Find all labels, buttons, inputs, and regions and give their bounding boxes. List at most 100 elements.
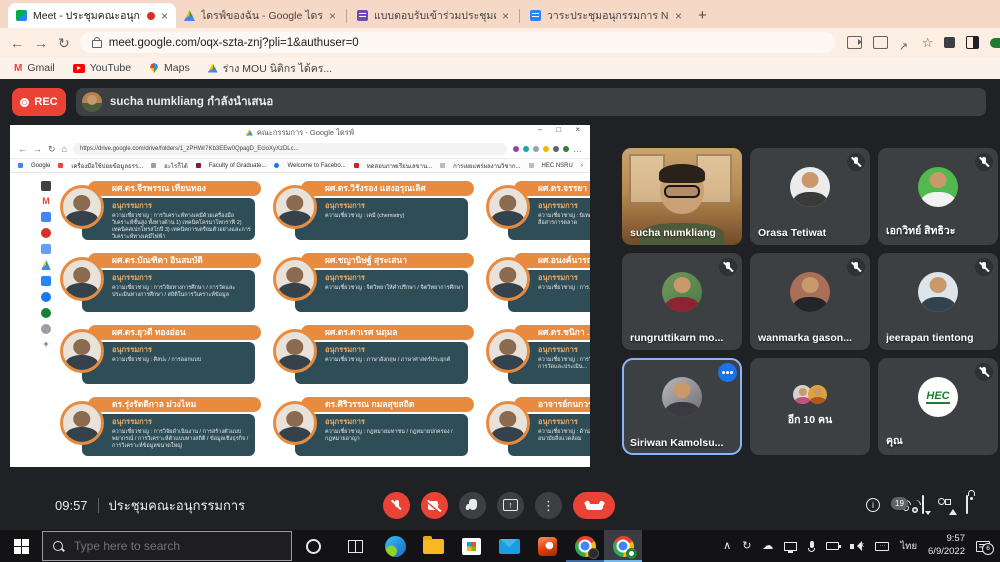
green-extension-icon[interactable] — [990, 38, 1000, 48]
back-icon[interactable]: ← — [10, 36, 24, 50]
participant-tile-wanmarka[interactable]: wanmarka gason... — [750, 253, 870, 350]
url-bar[interactable]: meet.google.com/oqx-szta-znj?pli=1&authu… — [80, 32, 835, 53]
taskbar-chrome[interactable] — [566, 530, 604, 562]
mini-avatars — [793, 385, 827, 404]
taskbar-mail[interactable] — [490, 530, 528, 562]
cortana-button[interactable] — [292, 530, 334, 562]
bookmark-youtube[interactable]: YouTube — [73, 62, 131, 74]
mic-muted-icon — [719, 258, 737, 276]
taskbar-clock[interactable]: 9:57 6/9/2022 — [928, 533, 965, 559]
mic-off-icon — [391, 499, 402, 511]
language-indicator[interactable]: ไทย — [900, 539, 917, 554]
browser-tab-strip: Meet - ประชุมคณะอนุกรรมการ × ไดรฟ์ของฉัน… — [0, 0, 1000, 28]
participant-name: เอกวิทย์ สิทธิวะ — [886, 222, 955, 239]
lock-icon — [966, 495, 968, 514]
bookmark-star-icon[interactable]: ☆ — [922, 36, 934, 49]
raise-hand-button[interactable] — [459, 492, 486, 519]
taskbar-edge[interactable] — [376, 530, 414, 562]
maps-icon — [149, 63, 159, 73]
favicon — [274, 163, 279, 168]
notification-count-badge: 6 — [982, 543, 994, 555]
camera-toggle-button[interactable] — [421, 492, 448, 519]
taskbar-explorer[interactable] — [414, 530, 452, 562]
avatar — [790, 167, 830, 207]
meeting-time: 09:57 — [55, 498, 88, 513]
taskbar-office[interactable] — [528, 530, 566, 562]
forward-icon[interactable]: → — [34, 36, 48, 50]
show-hidden-icons[interactable]: ∧ — [723, 541, 731, 552]
tab-close-icon[interactable]: × — [502, 10, 509, 22]
bookmark-mou[interactable]: ร่าง MOU นิติกร ได้คร... — [208, 60, 332, 77]
tab-close-icon[interactable]: × — [329, 10, 336, 22]
tab-close-icon[interactable]: × — [161, 10, 168, 22]
meet-control-bar: 09:57 ประชุมคณะอนุกรรมการ ⋮ i 19 — [0, 480, 1000, 530]
share-left-sidebar: M + — [34, 177, 58, 467]
video-person — [660, 168, 704, 214]
tab-docs[interactable]: วาระประชุมอนุกรรมการ NSRU-HEC_ × — [522, 3, 690, 28]
share-page-body: M + ผศ.ดร.จีรพรรณ เทียนทองอนุกรรมการความ… — [10, 173, 590, 467]
avatar — [808, 385, 827, 404]
share-window-title: คณะกรรมการ - Google ไดรฟ์ — [257, 127, 354, 139]
desktop-screen: Meet - ประชุมคณะอนุกรรมการ × ไดรฟ์ของฉัน… — [0, 0, 1000, 562]
participant-tile-ekavit[interactable]: เอกวิทย์ สิทธิวะ — [878, 148, 998, 245]
touch-keyboard-icon[interactable]: ··· — [875, 542, 889, 551]
task-view-button[interactable] — [334, 530, 376, 562]
participant-tile-rungruttikarn[interactable]: rungruttikarn mo... — [622, 253, 742, 350]
clock-time: 9:57 — [947, 533, 966, 544]
microphone-icon[interactable] — [808, 541, 815, 552]
new-tab-button[interactable]: + — [698, 7, 707, 24]
share-title-bar: คณะกรรมการ - Google ไดรฟ์ – □ × — [10, 125, 590, 140]
record-icon — [41, 228, 51, 238]
more-options-button[interactable]: ⋮ — [535, 492, 562, 519]
participant-grid: sucha numkliang Orasa Tetiwat เอกวิทย์ ส… — [622, 148, 998, 455]
share-icon[interactable] — [899, 37, 911, 49]
bookmarks-bar: MGmail YouTube Maps ร่าง MOU นิติกร ได้ค… — [0, 57, 1000, 79]
chat-button[interactable] — [922, 496, 924, 514]
participant-tile-sucha[interactable]: sucha numkliang — [622, 148, 742, 245]
member-photo — [486, 257, 530, 301]
participant-tile-jeerapan[interactable]: jeerapan tientong — [878, 253, 998, 350]
volume-muted-icon[interactable] — [850, 541, 864, 551]
chevron-right-icon: › — [581, 163, 583, 169]
committee-card: ผศ.ชญานิษฐ์ สุระเสนาอนุกรรมการความเชี่ยว… — [271, 252, 476, 314]
host-controls-button[interactable] — [966, 496, 968, 514]
onedrive-icon[interactable]: ☁ — [762, 541, 773, 552]
bookmark-maps[interactable]: Maps — [149, 62, 190, 74]
search-input[interactable] — [72, 538, 281, 554]
more-participants-tile[interactable]: อีก 10 คน — [750, 358, 870, 455]
taskbar-search[interactable] — [42, 531, 292, 561]
tab-forms[interactable]: แบบตอบรับเข้าร่วมประชุมคณะอนุกรร × — [349, 3, 517, 28]
leave-call-button[interactable] — [573, 492, 615, 519]
tab-close-icon[interactable]: × — [675, 10, 682, 22]
participant-tile-orasa[interactable]: Orasa Tetiwat — [750, 148, 870, 245]
camera-permission-icon[interactable] — [847, 36, 862, 49]
tab-drive[interactable]: ไดรฟ์ของฉัน - Google ไดรฟ์ × — [176, 3, 344, 28]
reload-icon[interactable]: ↻ — [58, 36, 70, 50]
tab-meet[interactable]: Meet - ประชุมคณะอนุกรรมการ × — [8, 3, 176, 28]
participant-tile-siriwan[interactable]: Siriwan Kamolsu... — [622, 358, 742, 455]
side-panel-icon[interactable] — [966, 36, 979, 49]
self-tile[interactable]: HEC คุณ — [878, 358, 998, 455]
taskbar-store[interactable] — [452, 530, 490, 562]
mic-toggle-button[interactable] — [383, 492, 410, 519]
tile-options-icon[interactable] — [718, 363, 737, 382]
tab-label: Meet - ประชุมคณะอนุกรรมการ — [33, 7, 141, 24]
app-icon — [41, 308, 51, 318]
task-view-icon — [348, 540, 363, 553]
eye-icon — [41, 324, 51, 334]
translate-icon[interactable] — [873, 36, 888, 49]
present-button[interactable] — [497, 492, 524, 519]
display-icon[interactable] — [784, 542, 797, 551]
start-button[interactable] — [0, 530, 42, 562]
tab-separator — [346, 9, 347, 23]
battery-icon[interactable] — [826, 542, 839, 550]
extensions-icon[interactable] — [944, 37, 955, 48]
action-center-icon[interactable]: 6 — [976, 541, 990, 552]
bookmark-gmail[interactable]: MGmail — [14, 62, 55, 74]
favicon — [196, 163, 201, 168]
taskbar-chrome-active[interactable] — [604, 530, 642, 562]
tab-recording-indicator — [147, 12, 155, 20]
update-icon[interactable]: ↻ — [742, 541, 751, 552]
menu-icon: … — [573, 145, 582, 154]
meeting-details-button[interactable]: i — [866, 498, 880, 512]
